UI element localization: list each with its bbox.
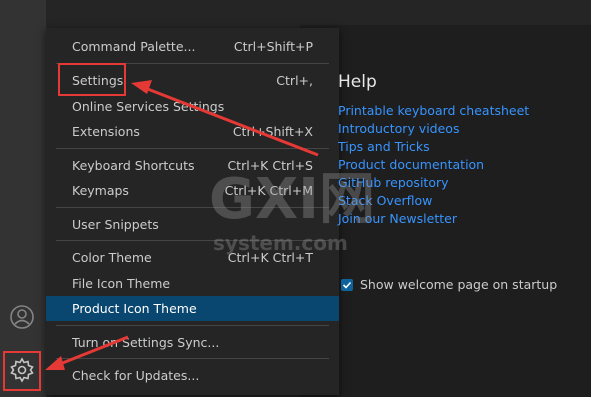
gear-arrow-shaft (59, 335, 129, 366)
settings-arrowhead (131, 80, 152, 94)
gear-arrowhead (45, 356, 65, 370)
annotation-arrows (45, 80, 319, 370)
settings-arrow-shaft (144, 86, 319, 157)
